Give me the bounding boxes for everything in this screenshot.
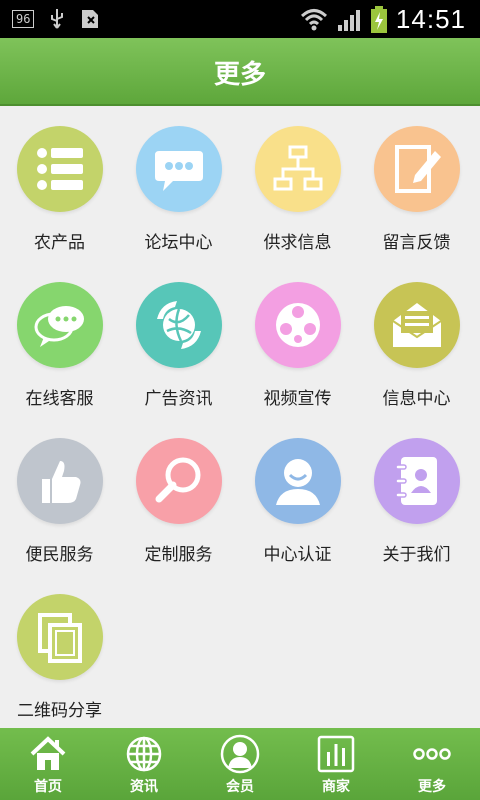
copy-icon <box>37 613 82 663</box>
menu-item-convenience[interactable]: 便民服务 <box>0 438 119 565</box>
menu-item-label: 定制服务 <box>144 545 213 565</box>
status-bar: 96 14:51 <box>0 0 480 38</box>
home-icon <box>30 736 66 770</box>
menu-icon-circle <box>254 126 341 212</box>
menu-item-label: 信息中心 <box>382 389 451 409</box>
tab-label: 会员 <box>226 779 254 795</box>
menu-item-label: 二维码分享 <box>17 701 102 721</box>
bottom-tab-bar: 首页 资讯 会员 商家 更多 <box>0 728 480 800</box>
magnifier-icon <box>155 457 200 503</box>
menu-item-forum[interactable]: 论坛中心 <box>119 126 238 253</box>
menu-item-ad-news[interactable]: 广告资讯 <box>119 282 238 409</box>
sim-icon <box>82 10 99 28</box>
menu-item-label: 论坛中心 <box>144 233 213 253</box>
menu-item-label: 农产品 <box>34 233 85 253</box>
tab-news[interactable]: 资讯 <box>96 728 192 800</box>
menu-item-label: 关于我们 <box>382 545 451 565</box>
menu-item-custom-service[interactable]: 定制服务 <box>119 438 238 565</box>
globe-arrows-icon <box>156 301 201 349</box>
signal-icon <box>337 9 360 31</box>
tab-member[interactable]: 会员 <box>192 728 288 800</box>
menu-item-label: 视频宣传 <box>263 389 332 409</box>
user-icon <box>275 459 320 505</box>
tab-home[interactable]: 首页 <box>0 728 96 800</box>
menu-icon-circle <box>16 126 103 212</box>
menu-item-feedback[interactable]: 留言反馈 <box>357 126 476 253</box>
envelope-icon <box>391 303 442 347</box>
menu-item-video[interactable]: 视频宣传 <box>238 282 357 409</box>
tab-label: 资讯 <box>130 779 158 795</box>
page-title: 更多 <box>213 60 266 90</box>
menu-icon-circle <box>254 282 341 368</box>
menu-item-info-center[interactable]: 信息中心 <box>357 282 476 409</box>
menu-item-label: 便民服务 <box>25 545 94 565</box>
contacts-book-icon <box>394 457 437 505</box>
list-icon <box>36 148 83 190</box>
menu-item-online-service[interactable]: 在线客服 <box>0 282 119 409</box>
menu-icon-circle <box>373 126 460 212</box>
globe-icon <box>126 736 162 772</box>
member-icon <box>220 734 260 774</box>
thumbs-up-icon <box>41 461 80 503</box>
chat-double-icon <box>34 306 84 347</box>
app-header: 更多 <box>0 38 480 106</box>
menu-icon-circle <box>254 438 341 524</box>
menu-icon-circle <box>16 594 103 680</box>
battery-icon <box>370 5 387 33</box>
menu-icon-circle <box>16 282 103 368</box>
bar-chart-icon <box>317 735 355 773</box>
edit-note-icon <box>394 145 441 193</box>
film-reel-icon <box>275 303 320 347</box>
menu-item-label: 中心认证 <box>263 545 332 565</box>
usb-icon <box>51 9 64 29</box>
tab-merchant[interactable]: 商家 <box>288 728 384 800</box>
menu-item-qr-share[interactable]: 二维码分享 <box>0 594 119 721</box>
wifi-icon <box>300 8 327 30</box>
menu-item-supply-demand[interactable]: 供求信息 <box>238 126 357 253</box>
tab-label: 更多 <box>418 779 446 795</box>
menu-item-label: 供求信息 <box>263 233 332 253</box>
more-dots-icon <box>413 748 451 760</box>
menu-item-label: 留言反馈 <box>382 233 451 253</box>
menu-item-label: 在线客服 <box>25 389 94 409</box>
menu-item-label: 广告资讯 <box>144 389 213 409</box>
menu-item-certification[interactable]: 中心认证 <box>238 438 357 565</box>
menu-item-agri-products[interactable]: 农产品 <box>0 126 119 253</box>
tab-label: 商家 <box>322 779 350 795</box>
menu-icon-circle <box>135 126 222 212</box>
tab-more[interactable]: 更多 <box>384 728 480 800</box>
clock: 14:51 <box>395 4 466 34</box>
menu-icon-circle <box>16 438 103 524</box>
menu-grid: 农产品 论坛中心 供求信息 留言反馈 在线客服 广告资讯 视频宣传 信息中心 便… <box>0 106 480 726</box>
menu-icon-circle <box>135 438 222 524</box>
tab-label: 首页 <box>34 779 62 795</box>
chat-bubble-icon <box>154 151 203 191</box>
menu-icon-circle <box>135 282 222 368</box>
org-chart-icon <box>273 145 322 191</box>
menu-icon-circle <box>373 438 460 524</box>
menu-item-about-us[interactable]: 关于我们 <box>357 438 476 565</box>
menu-icon-circle <box>373 282 460 368</box>
notification-badge: 96 <box>12 10 35 28</box>
